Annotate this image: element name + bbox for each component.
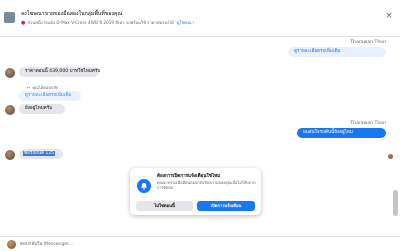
listing-meta: ● ส่วนหนึ่ง Isuzu D-Max V-Cross 4WD ปี 20…: [21, 20, 194, 26]
reply-note-text: คุณได้ตอบกลับ: [32, 85, 59, 90]
reply-note: ↩ คุณได้ตอบกลับ: [27, 84, 58, 91]
enable-notifications-button[interactable]: เปิดการแจ้งเตือน: [197, 201, 255, 211]
read-receipt-avatar: [388, 154, 393, 159]
listing-title[interactable]: ลงโฆษณาขายของมือสองในกลุ่มพื้นที่ของคุณ: [21, 11, 122, 18]
close-icon[interactable]: ×: [383, 10, 395, 22]
notification-title: ต้องการเปิดการแจ้งเตือนใช่ไหม: [157, 174, 221, 179]
sender-name: Tharawan Thon: [350, 40, 386, 45]
messenger-reply-input[interactable]: [20, 240, 380, 249]
selected-text[interactable]: ซื้อรถยนต์ 125: [23, 151, 56, 156]
bell-icon: [137, 179, 151, 193]
reply-quote[interactable]: ดูรายละเอียดรถเพิ่มเติม: [19, 91, 81, 101]
scrollbar[interactable]: [393, 190, 398, 216]
avatar[interactable]: [5, 105, 15, 115]
avatar[interactable]: [5, 68, 15, 78]
outgoing-message[interactable]: ดูรายละเอียดรถเพิ่มเติม: [288, 47, 386, 57]
not-now-button[interactable]: ไม่ใช่ตอนนี้: [136, 201, 193, 211]
view-listing-link[interactable]: ดูโฆษณา: [177, 20, 194, 25]
incoming-message[interactable]: ราคาตอนนี้ 439,000 บาทใช่ไหมครับ: [19, 67, 100, 77]
reply-icon: ↩: [27, 85, 31, 90]
listing-meta-text: ส่วนหนึ่ง Isuzu D-Max V-Cross 4WD ปี 201…: [27, 20, 174, 25]
listing-thumbnail[interactable]: [4, 12, 15, 23]
outgoing-message[interactable]: ผมสนใจรถคันนี้ยังอยู่ไหม: [297, 128, 386, 138]
listing-header: ลงโฆษณาขายของมือสองในกลุ่มพื้นที่ของคุณ …: [0, 0, 400, 37]
incoming-message[interactable]: ยังอยู่ไหมครับ: [19, 104, 65, 114]
composer: [0, 236, 400, 251]
location-pin-icon: ●: [21, 20, 26, 26]
avatar: [7, 240, 16, 249]
sender-name: Tharawan Thon: [350, 121, 386, 126]
incoming-message[interactable]: ซื้อรถยนต์ 125: [19, 149, 63, 159]
avatar[interactable]: [5, 150, 15, 160]
notification-body: คุณจะทราบเมื่อมีคนตอบกลับข้อความของคุณเพ…: [157, 180, 256, 190]
notification-prompt: ต้องการเปิดการแจ้งเตือนใช่ไหม คุณจะทราบเ…: [130, 168, 261, 215]
